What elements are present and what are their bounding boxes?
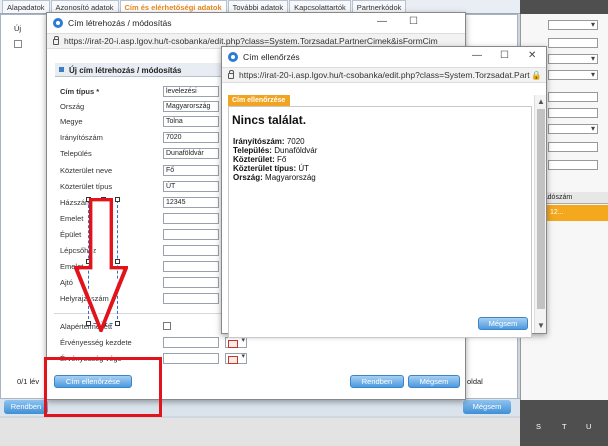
field-input[interactable]: [163, 293, 219, 304]
valid-to-input[interactable]: [163, 353, 219, 364]
field-input[interactable]: [163, 213, 219, 224]
maximize-icon[interactable]: ☐: [500, 50, 509, 61]
right-letters: S T U: [520, 420, 608, 434]
result-line-zip-value: 7020: [286, 137, 305, 146]
window-title: Cím létrehozás / módosítás: [68, 18, 172, 28]
result-line-country-label: Ország:: [233, 173, 263, 182]
maximize-icon[interactable]: ☐: [409, 16, 418, 27]
background-cancel-button[interactable]: Mégsem: [463, 400, 511, 414]
check-address-bar[interactable]: https://irat-20-i.asp.lgov.hu/t-csobanka…: [222, 67, 546, 83]
background-ok-button[interactable]: Rendben: [4, 400, 48, 414]
window-titlebar: Cím létrehozás / módosítás — ☐: [47, 13, 465, 33]
result-line-zip: Irányítószám: 7020: [233, 137, 305, 146]
field-label: Közterület típus: [60, 182, 113, 191]
minimize-icon[interactable]: —: [377, 16, 387, 27]
field-input[interactable]: [163, 261, 219, 272]
field-input[interactable]: [163, 277, 219, 288]
right-select-1[interactable]: [548, 20, 598, 30]
globe-icon: [228, 52, 238, 62]
field-input[interactable]: levelezési: [163, 86, 219, 97]
form-header-title: Új cím létrehozás / módosítás: [69, 66, 182, 75]
letter-t: T: [562, 422, 567, 431]
right-input-2[interactable]: [548, 92, 598, 102]
field-input[interactable]: Fő: [163, 165, 219, 176]
result-line-street-label: Közterület:: [233, 155, 275, 164]
field-label: Cím típus *: [60, 87, 100, 96]
right-select-2[interactable]: [548, 54, 598, 64]
record-count: 0/1 lév: [17, 377, 40, 386]
field-label: Ajtó: [60, 278, 73, 287]
field-input[interactable]: 12345: [163, 197, 219, 208]
field-label: Település: [60, 149, 92, 158]
lock-icon: [53, 36, 59, 45]
tab-alapadatok[interactable]: Alapadatok: [2, 0, 50, 13]
field-input[interactable]: Magyarország: [163, 101, 219, 112]
result-line-street: Közterület: Fő: [233, 155, 286, 164]
right-selected-row-label: 12...: [550, 209, 564, 216]
right-select-3[interactable]: [548, 70, 598, 80]
form-ok-button[interactable]: Rendben: [350, 375, 404, 388]
field-input[interactable]: 7020: [163, 132, 219, 143]
right-input-4[interactable]: [548, 142, 598, 152]
globe-icon: [53, 18, 63, 28]
result-line-street-type-label: Közterület típus:: [233, 164, 297, 173]
valid-from-calendar-icon[interactable]: [225, 336, 247, 348]
bottom-strip: [0, 418, 520, 446]
red-arrow-annotation: [74, 198, 128, 332]
scrollbar-thumb[interactable]: [537, 109, 545, 309]
letter-s: S: [536, 422, 542, 431]
lock-icon: [228, 70, 234, 79]
check-window-title: Cím ellenőrzés: [243, 52, 300, 62]
padlock-icon: 🔒: [531, 70, 542, 80]
right-header-label: Adószám: [543, 194, 573, 201]
select-all-checkbox[interactable]: [14, 40, 22, 48]
scrollbar[interactable]: ▲ ▼: [534, 95, 546, 333]
check-cancel-button[interactable]: Mégsem: [478, 317, 528, 330]
valid-from-label: Érvényesség kezdete: [60, 338, 132, 347]
minimize-icon[interactable]: —: [472, 50, 482, 61]
no-result-title: Nincs találat.: [232, 113, 307, 127]
red-highlight-rectangle: [44, 357, 162, 417]
valid-from-input[interactable]: [163, 337, 219, 348]
right-input-3[interactable]: [548, 108, 598, 118]
field-label: Közterület neve: [60, 166, 113, 175]
form-cancel-button[interactable]: Mégsem: [408, 375, 460, 388]
field-input[interactable]: [163, 245, 219, 256]
valid-to-calendar-icon[interactable]: [225, 352, 247, 364]
result-line-country-value: Magyarország: [265, 173, 316, 182]
result-line-city: Település: Dunaföldvár: [233, 146, 317, 155]
result-line-city-label: Település:: [233, 146, 272, 155]
check-window-titlebar: Cím ellenőrzés — ☐ ✕: [222, 47, 546, 67]
field-input[interactable]: [163, 229, 219, 240]
scroll-up-icon[interactable]: ▲: [537, 97, 545, 106]
result-line-country: Ország: Magyarország: [233, 173, 316, 182]
check-url-text: https://irat-20-i.asp.lgov.hu/t-csobanka…: [239, 70, 530, 80]
default-checkbox[interactable]: [163, 322, 171, 330]
right-input-1[interactable]: [548, 38, 598, 48]
address-check-window: Cím ellenőrzés — ☐ ✕ https://irat-20-i.a…: [221, 46, 547, 338]
field-input[interactable]: Dunaföldvár: [163, 148, 219, 159]
field-input[interactable]: ÚT: [163, 181, 219, 192]
field-input[interactable]: Tolna: [163, 116, 219, 127]
result-line-city-value: Dunaföldvár: [274, 146, 318, 155]
close-icon[interactable]: ✕: [528, 50, 536, 61]
right-select-4[interactable]: [548, 124, 598, 134]
letter-u: U: [586, 422, 592, 431]
field-label: Megye: [60, 117, 83, 126]
check-tab[interactable]: Cím ellenőrzése: [228, 95, 290, 106]
result-line-street-value: Fő: [277, 155, 287, 164]
result-line-street-type-value: ÚT: [298, 164, 310, 173]
field-label: Ország: [60, 102, 85, 111]
pager-label: oldal: [467, 377, 483, 386]
url-text: https://irat-20-i.asp.lgov.hu/t-csobanka…: [64, 36, 438, 46]
right-input-5[interactable]: [548, 160, 598, 170]
result-line-zip-label: Irányítószám:: [233, 137, 285, 146]
scroll-down-icon[interactable]: ▼: [537, 321, 545, 330]
result-line-street-type: Közterület típus: ÚT: [233, 164, 309, 173]
field-label: Irányítószám: [60, 133, 103, 142]
